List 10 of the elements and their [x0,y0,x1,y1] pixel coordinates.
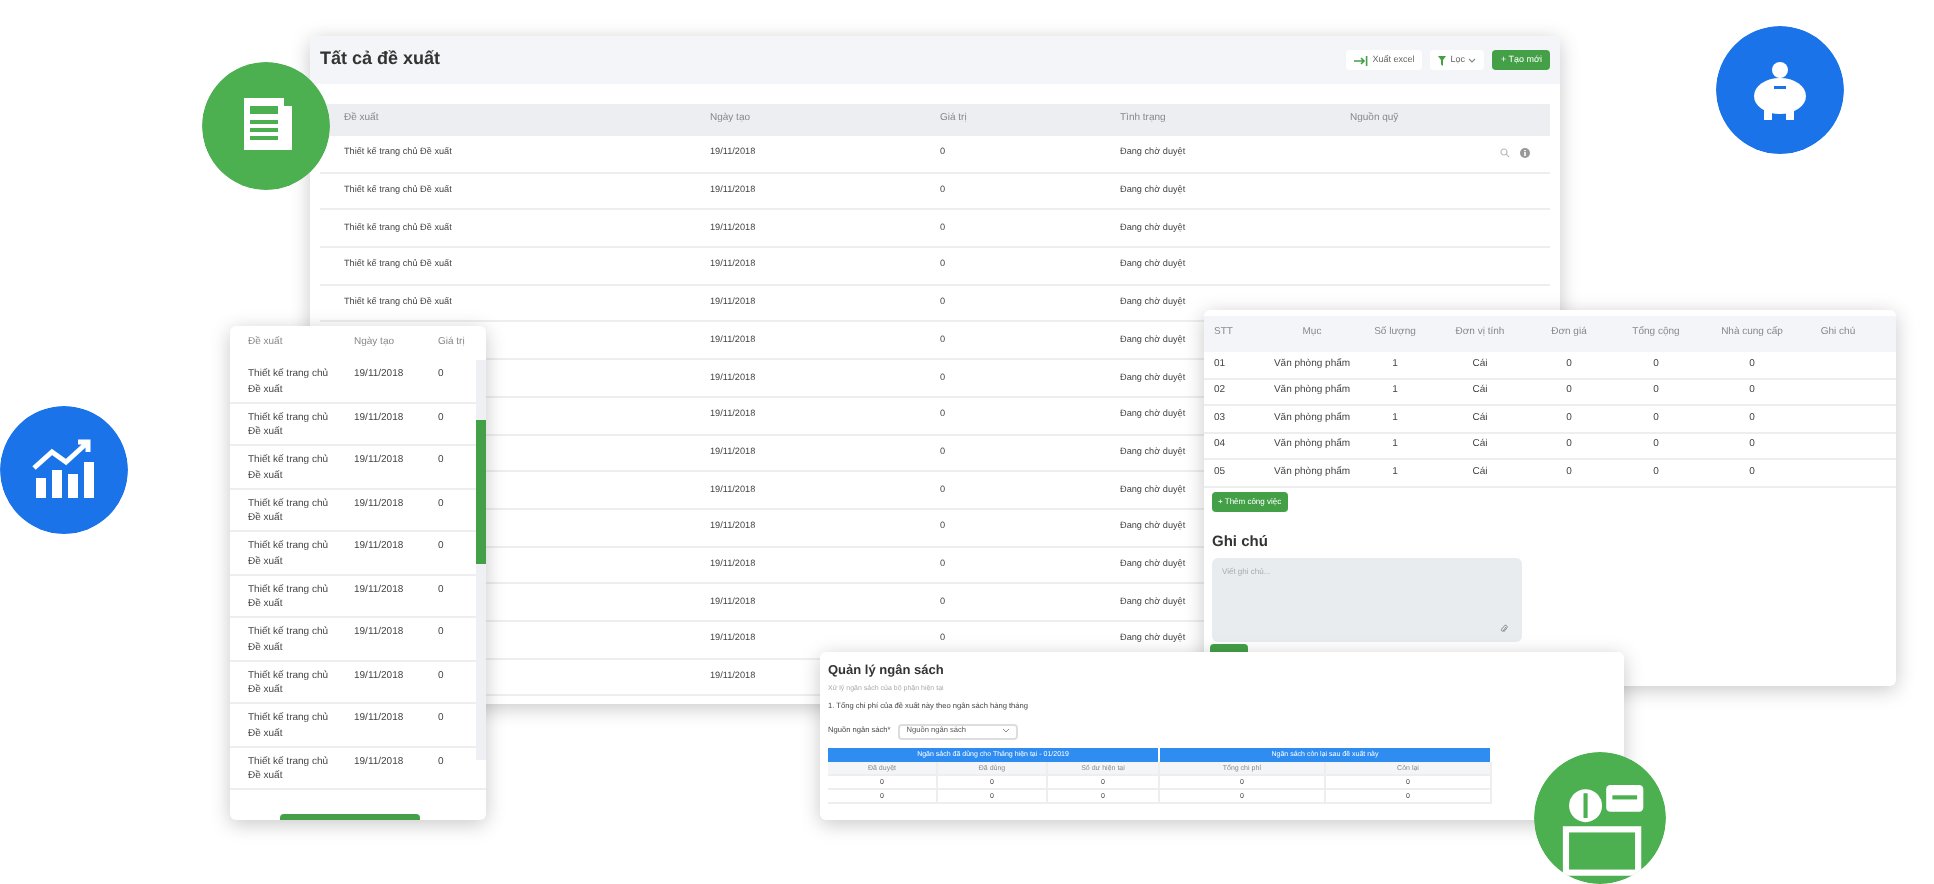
page-title: Tất cả đề xuất [320,46,441,73]
filter-icon [1438,55,1447,65]
action-button[interactable] [1210,644,1248,652]
chevron-icon [1468,57,1477,63]
search-icon[interactable] [1500,148,1510,159]
info-icon[interactable] [1520,148,1530,159]
scrollbar[interactable] [476,360,486,760]
export-icon [1354,55,1369,65]
paperclip-icon[interactable] [1500,623,1508,634]
scrollbar-thumb[interactable] [476,420,486,564]
